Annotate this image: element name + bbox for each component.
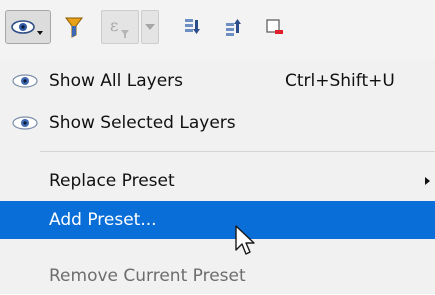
- collapse-all-button[interactable]: [220, 10, 246, 44]
- expand-all-icon: [185, 19, 200, 34]
- remove-layer-button[interactable]: [260, 10, 290, 44]
- filter-icon: [65, 17, 83, 38]
- menu-item-remove-current-preset[interactable]: Remove Current Preset: [0, 257, 435, 295]
- filter-legend-button[interactable]: [60, 10, 88, 44]
- submenu-arrow-icon: [425, 177, 430, 185]
- eye-dropdown-icon: [11, 20, 43, 35]
- menu-item-replace-preset[interactable]: Replace Preset: [0, 162, 435, 200]
- expression-filter-icon: ε: [110, 16, 129, 38]
- menu-item-label: Show Selected Layers: [49, 113, 236, 133]
- expand-all-button[interactable]: [179, 10, 205, 44]
- eye-icon: [12, 116, 38, 130]
- mouse-pointer-icon: [235, 225, 255, 255]
- presets-menu: Show All Layers Ctrl+Shift+U Show Select…: [0, 60, 435, 294]
- menu-item-label: Replace Preset: [49, 171, 175, 191]
- menu-item-label: Show All Layers: [49, 71, 184, 91]
- expression-filter-dropdown[interactable]: [141, 10, 159, 44]
- svg-text:ε: ε: [110, 16, 118, 35]
- eye-icon: [12, 74, 38, 88]
- visibility-presets-button[interactable]: [5, 10, 51, 44]
- chevron-down-icon: [145, 24, 155, 30]
- menu-separator: [40, 151, 435, 152]
- layers-toolbar: ε: [0, 0, 435, 60]
- menu-item-show-all-layers[interactable]: Show All Layers Ctrl+Shift+U: [0, 62, 435, 100]
- menu-item-label: Add Preset...: [49, 210, 157, 230]
- menu-item-label: Remove Current Preset: [49, 266, 246, 286]
- shortcut-label: Ctrl+Shift+U: [285, 71, 395, 91]
- remove-layer-icon: [266, 19, 283, 34]
- menu-item-add-preset[interactable]: Add Preset...: [0, 201, 435, 239]
- menu-item-show-selected-layers[interactable]: Show Selected Layers: [0, 104, 435, 142]
- collapse-all-icon: [226, 19, 241, 36]
- filter-by-expression-button[interactable]: ε: [101, 10, 139, 44]
